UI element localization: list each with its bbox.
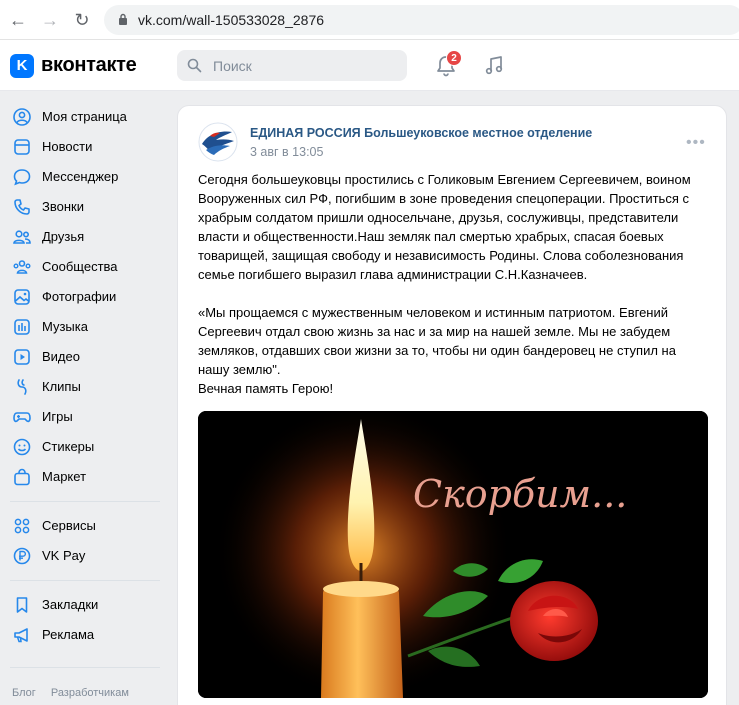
post-paragraph: Вечная память Герою! xyxy=(198,381,334,396)
bookmark-icon xyxy=(16,597,28,613)
sidebar-item-label: Фотографии xyxy=(42,289,117,304)
back-arrow-icon[interactable]: ← xyxy=(6,8,30,32)
party-logo-icon xyxy=(198,122,238,162)
sidebar-item-stickers[interactable]: Стикеры xyxy=(10,432,165,462)
sidebar-item-vkpay[interactable]: VK Pay xyxy=(10,541,165,571)
search-input[interactable]: Поиск xyxy=(177,50,407,81)
sidebar-item-communities[interactable]: Сообщества xyxy=(10,252,165,282)
sidebar-item-ads[interactable]: Реклама xyxy=(10,620,165,650)
sidebar-item-messenger[interactable]: Мессенджер xyxy=(10,162,165,192)
vkpay-icon xyxy=(13,547,31,565)
communities-icon xyxy=(13,260,31,274)
games-icon xyxy=(13,412,31,423)
sidebar-item-label: Музыка xyxy=(42,319,88,334)
notification-badge: 2 xyxy=(446,50,462,66)
sidebar-item-label: Клипы xyxy=(42,379,81,394)
post-image[interactable]: Скорбим... xyxy=(198,411,708,698)
footer-link-blog[interactable]: Блог xyxy=(12,687,36,699)
sidebar-item-label: Звонки xyxy=(42,199,84,214)
photo-icon xyxy=(14,289,30,305)
search-icon xyxy=(187,58,202,73)
news-icon xyxy=(14,139,30,155)
url-text: vk.com/wall-150533028_2876 xyxy=(138,12,325,28)
stickers-icon xyxy=(13,438,31,456)
address-bar[interactable]: vk.com/wall-150533028_2876 xyxy=(104,5,739,35)
music-icon xyxy=(14,319,30,335)
sidebar-item-label: Сообщества xyxy=(42,259,118,274)
sidebar-item-label: Новости xyxy=(42,139,93,154)
sidebar-item-calls[interactable]: Звонки xyxy=(10,192,165,222)
wall-post: ЕДИНАЯ РОССИЯ Большеуковское местное отд… xyxy=(177,105,727,705)
image-caption: Скорбим... xyxy=(413,472,627,516)
sidebar-item-label: Видео xyxy=(42,349,80,364)
reload-icon[interactable]: ↻ xyxy=(70,8,94,32)
sidebar-item-label: Стикеры xyxy=(42,439,95,454)
sidebar-item-label: VK Pay xyxy=(42,548,86,563)
user-circle-icon xyxy=(13,108,31,126)
friends-icon xyxy=(13,230,31,244)
search-placeholder: Поиск xyxy=(213,58,252,74)
sidebar-item-bookmarks[interactable]: Закладки xyxy=(10,590,165,620)
video-icon xyxy=(14,349,30,365)
sidebar-item-label: Игры xyxy=(42,409,73,424)
sidebar-item-video[interactable]: Видео xyxy=(10,342,165,372)
more-options-icon[interactable]: ••• xyxy=(686,134,706,152)
sidebar-item-market[interactable]: Маркет xyxy=(10,462,165,492)
candle-rose-illustration: Скорбим... xyxy=(198,411,708,698)
forward-arrow-icon[interactable]: → xyxy=(38,8,62,32)
sidebar-item-label: Закладки xyxy=(42,597,99,612)
sidebar-footer: Блог Разработчикам xyxy=(12,687,141,699)
lock-icon xyxy=(119,13,127,25)
sidebar-item-label: Реклама xyxy=(42,627,95,642)
post-date[interactable]: 3 авг в 13:05 xyxy=(250,145,323,159)
sidebar-item-news[interactable]: Новости xyxy=(10,132,165,162)
footer-link-developers[interactable]: Разработчикам xyxy=(51,687,129,699)
vk-logo-icon[interactable]: K xyxy=(10,54,34,78)
sidebar-item-music[interactable]: Музыка xyxy=(10,312,165,342)
sidebar-item-photos[interactable]: Фотографии xyxy=(10,282,165,312)
sidebar-divider xyxy=(10,501,160,502)
browser-toolbar: ← → ↻ vk.com/wall-150533028_2876 xyxy=(0,0,739,40)
sidebar-item-my-page[interactable]: Моя страница xyxy=(10,102,165,132)
market-icon xyxy=(14,468,30,486)
post-author-link[interactable]: ЕДИНАЯ РОССИЯ Большеуковское местное отд… xyxy=(250,126,592,140)
sidebar-item-label: Маркет xyxy=(42,469,87,484)
sidebar-item-friends[interactable]: Друзья xyxy=(10,222,165,252)
sidebar-item-games[interactable]: Игры xyxy=(10,402,165,432)
brand-name[interactable]: вконтакте xyxy=(41,54,137,77)
author-avatar[interactable] xyxy=(198,122,238,162)
post-text: Сегодня большеуковцы простились с Голико… xyxy=(198,170,708,398)
sidebar-item-clips[interactable]: Клипы xyxy=(10,372,165,402)
sidebar-item-label: Друзья xyxy=(42,229,85,244)
site-header: K вконтакте Поиск 2 xyxy=(0,40,739,91)
sidebar-item-services[interactable]: Сервисы xyxy=(10,511,165,541)
phone-icon xyxy=(14,199,30,215)
sidebar-item-label: Сервисы xyxy=(42,518,96,533)
sidebar-divider xyxy=(10,667,160,668)
post-paragraph: Сегодня большеуковцы простились с Голико… xyxy=(198,172,691,282)
post-paragraph: «Мы прощаемся с мужественным человеком и… xyxy=(198,305,676,377)
sidebar-item-label: Моя страница xyxy=(42,109,127,124)
message-icon xyxy=(13,169,31,186)
ads-icon xyxy=(14,628,28,643)
services-icon xyxy=(14,518,30,534)
music-icon[interactable] xyxy=(482,53,506,77)
clips-icon xyxy=(17,379,27,395)
sidebar-item-label: Мессенджер xyxy=(42,169,119,184)
sidebar-divider xyxy=(10,580,160,581)
